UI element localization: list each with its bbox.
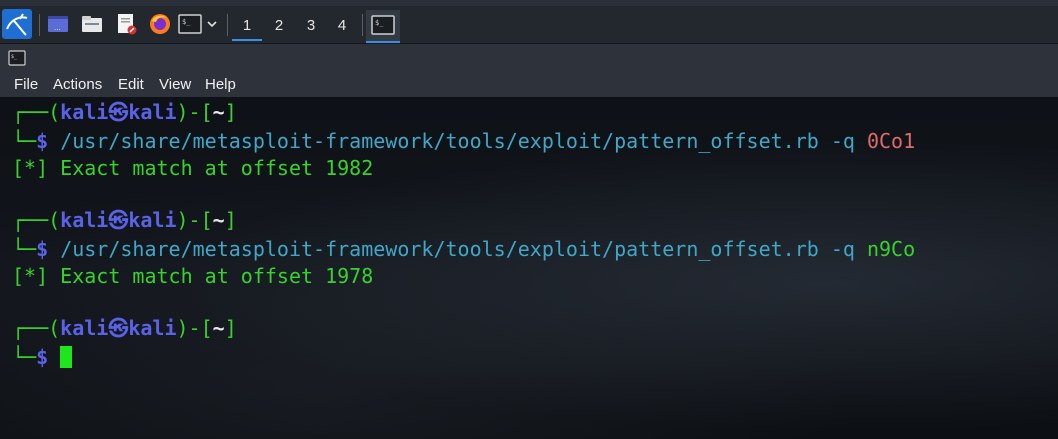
svg-text:$_: $_ [182, 18, 191, 26]
command-line: └─$ /usr/share/metasploit-framework/tool… [12, 237, 916, 261]
workspace-4[interactable]: 4 [327, 12, 357, 40]
command-path: /usr/share/metasploit-framework/tools/ex… [60, 129, 819, 153]
prompt-host: kali [128, 316, 177, 340]
command-flag: -q [830, 129, 855, 153]
prompt-user: kali [60, 100, 109, 124]
command-line: └─$ /usr/share/metasploit-framework/tool… [12, 129, 916, 153]
panel-separator [227, 14, 228, 36]
menu-view[interactable]: View [159, 76, 191, 93]
command-path: /usr/share/metasploit-framework/tools/ex… [60, 237, 819, 261]
file-manager-icon[interactable] [80, 12, 104, 36]
menu-help[interactable]: Help [205, 76, 236, 93]
command-arg: n9Co [866, 237, 916, 261]
prompt-user: kali [60, 208, 109, 232]
firefox-icon[interactable] [148, 12, 172, 36]
panel-separator [39, 14, 40, 36]
prompt-dir: ~ [212, 208, 225, 232]
output-line: [*] Exact match at offset 1982 [12, 155, 373, 181]
prompt-header: ┌──(kali㉿kali)-[~] [12, 316, 237, 340]
terminal-window-icon: $_ [8, 50, 26, 70]
text-editor-icon[interactable] [114, 12, 138, 36]
prompt-user: kali [60, 316, 109, 340]
taskbar-terminal-button[interactable]: $_ [366, 10, 400, 43]
output-text: Exact match at offset 1982 [60, 156, 374, 180]
menu-edit[interactable]: Edit [118, 76, 144, 93]
output-marker: [*] [12, 264, 49, 288]
svg-text:$_: $_ [375, 19, 384, 27]
svg-text:$_: $_ [11, 54, 18, 60]
prompt-dir: ~ [212, 316, 225, 340]
output-text: Exact match at offset 1978 [60, 264, 374, 288]
prompt-symbol: $ [36, 237, 49, 261]
chevron-down-icon[interactable] [204, 12, 220, 36]
kali-menu-icon[interactable] [2, 9, 32, 39]
top-panel: ... $_ 1 2 3 4 $_ [0, 6, 1058, 44]
text-cursor [60, 346, 73, 368]
command-line-current[interactable]: └─$ [12, 344, 73, 370]
prompt-host: kali [128, 100, 177, 124]
prompt-header: ┌──(kali㉿kali)-[~] [12, 100, 237, 124]
menu-bar: File Actions Edit View Help [0, 72, 1058, 97]
prompt-header: ┌──(kali㉿kali)-[~] [12, 208, 237, 232]
svg-text:...: ... [54, 24, 61, 32]
command-flag: -q [830, 237, 855, 261]
output-line: [*] Exact match at offset 1978 [12, 263, 373, 289]
workspace-3[interactable]: 3 [296, 12, 326, 40]
prompt-symbol: $ [36, 345, 49, 369]
workspace-2[interactable]: 2 [264, 12, 294, 40]
prompt-dir: ~ [212, 100, 225, 124]
terminal-launcher-icon[interactable]: $_ [178, 12, 202, 36]
workspace-1[interactable]: 1 [232, 12, 262, 41]
prompt-host: kali [128, 208, 177, 232]
output-marker: [*] [12, 156, 49, 180]
terminal-output[interactable]: ┌──(kali㉿kali)-[~] └─$ /usr/share/metasp… [0, 97, 1058, 439]
prompt-symbol: $ [36, 129, 49, 153]
menu-file[interactable]: File [14, 76, 38, 93]
panel-separator [362, 14, 363, 36]
window-titlebar[interactable]: $_ [0, 44, 1058, 72]
show-desktop-icon[interactable]: ... [46, 12, 70, 36]
command-arg: 0Co1 [866, 129, 916, 153]
menu-actions[interactable]: Actions [53, 76, 102, 93]
